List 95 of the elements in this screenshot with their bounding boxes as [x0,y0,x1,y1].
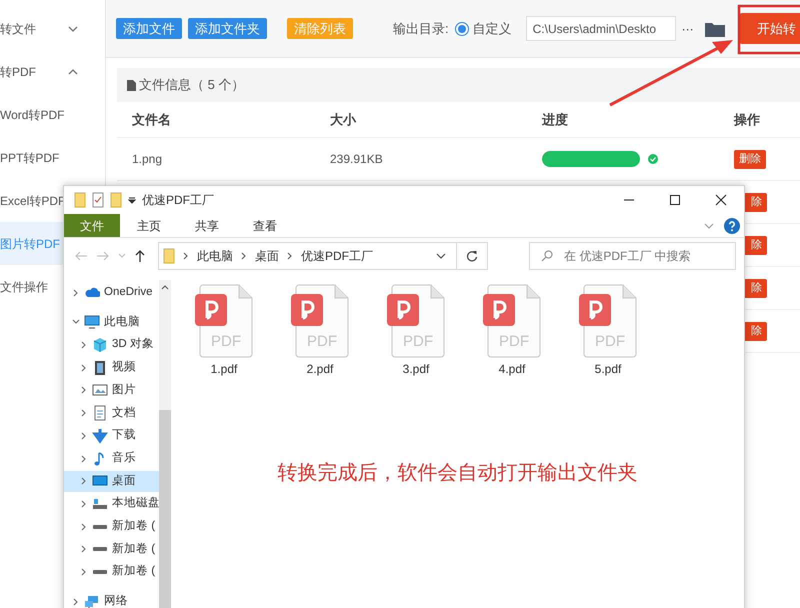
more-button[interactable]: ··· [682,20,694,38]
nav-item[interactable]: 此电脑 [64,312,159,333]
add-button[interactable]: 添加文件 [116,18,182,39]
refresh-icon[interactable] [466,250,478,262]
chevron-down-icon[interactable] [67,24,79,34]
nav-item[interactable]: 下载 [64,425,159,447]
nav-item[interactable]: 3D 对象 [64,334,159,356]
table-cell-text: 239.91KB [330,151,384,168]
chevron-up-icon[interactable] [67,66,79,76]
search-icon [541,250,553,262]
column-header: 进度 [542,110,569,129]
monitor-icon [84,314,100,330]
address-bar[interactable]: 此电脑 桌面 优速PDF工厂 [158,242,488,270]
close-icon[interactable] [715,194,727,206]
breadcrumb-item[interactable]: 优速PDF工厂 [301,247,373,265]
chevron-right-icon [80,386,88,394]
window-title: 优速PDF工厂 [142,192,214,209]
ribbon-tab[interactable]: 主页 [120,214,178,237]
chevron-right-icon [80,364,88,372]
folder-icon [163,248,175,264]
disk-drive-icon [92,546,108,552]
file-name[interactable]: 2.pdf [306,360,334,378]
chevron-right-icon [80,545,88,554]
file-name[interactable]: 1.pdf [210,360,238,378]
chevron-right-icon [80,454,88,463]
sidebar-group[interactable]: 转PDF [0,62,36,80]
radio-label: 自定义 [472,20,512,38]
nav-item[interactable]: 新加卷 ( [64,516,159,538]
file-name[interactable]: 4.pdf [498,360,526,378]
chevron-right-icon [80,432,88,440]
chevron-right-icon [72,288,80,297]
nav-item[interactable]: OneDrive [64,282,159,304]
column-header: 文件名 [131,110,172,129]
network-icon [84,594,100,608]
folder-icon [74,192,86,208]
cube-icon [92,337,108,354]
ribbon-tab[interactable]: 文件 [64,214,120,237]
help-icon[interactable] [724,218,740,234]
search-field[interactable]: 在 优速PDF工厂 中搜索 [529,242,736,270]
chevron-down-icon [72,318,80,326]
film-icon [92,360,108,376]
breadcrumb-item[interactable]: 此电脑 [197,247,233,265]
checklist-icon[interactable] [92,192,104,208]
chevron-right-icon [72,598,80,606]
file-name[interactable]: 3.pdf [402,360,430,378]
chevron-down-icon[interactable] [436,252,446,260]
file-icon [127,80,136,90]
chevron-right-icon [241,252,247,260]
ribbon-tab[interactable]: 共享 [178,214,236,237]
path-field[interactable]: C:\Users\admin\Deskto [526,16,676,41]
start-button[interactable]: 开始转 [739,13,800,44]
chevron-right-icon [287,252,293,260]
scroll-up-icon[interactable] [161,284,169,290]
chevron-right-icon [80,341,88,350]
highlight-frame [738,4,800,54]
radio-button[interactable] [454,22,469,36]
nav-item[interactable]: 文档 [64,402,159,424]
output-label: 输出目录: [393,20,449,38]
sidebar-group[interactable]: 文件操作 [0,278,48,296]
chevron-right-icon [80,409,88,418]
down-arrow-icon [92,428,108,444]
ribbon-tab[interactable]: 查看 [236,214,294,237]
nav-item[interactable]: 桌面 [64,470,159,492]
breadcrumb-item[interactable]: 桌面 [255,247,279,265]
up-arrow-icon[interactable] [134,249,146,263]
sidebar-item[interactable]: Word转PDF [0,93,105,136]
scrollbar[interactable] [159,280,171,608]
nav-item[interactable]: 图片 [64,380,159,402]
picture-icon [92,382,108,398]
add-button[interactable]: 添加文件夹 [188,18,267,39]
sidebar-item[interactable]: PPT转PDF [0,136,105,179]
nav-item[interactable]: 视频 [64,357,159,378]
dropdown-icon[interactable] [128,196,136,204]
nav-item[interactable]: 网络 [64,591,159,608]
file-name[interactable]: 5.pdf [594,360,622,378]
document-icon [92,405,108,422]
annotation-text: 转换完成后，软件会自动打开输出文件夹 [276,461,638,486]
disk-drive-icon [92,569,108,576]
column-header: 操作 [734,110,761,129]
maximize-icon[interactable] [669,194,681,206]
chevron-right-icon [80,500,88,508]
nav-item[interactable]: 新加卷 ( [64,561,159,583]
nav-item[interactable]: 新加卷 ( [64,538,159,560]
chevron-right-icon [80,568,88,576]
chevron-right-icon [183,252,189,260]
sidebar-group[interactable]: 转文件 [0,20,36,38]
disk-drive-icon [92,524,108,530]
chevron-right-icon [80,477,88,486]
column-header: 大小 [330,110,358,129]
panel-title: 文件信息（ 5 个） [139,76,244,94]
chevron-right-icon [80,522,88,531]
delete-button[interactable]: 删除 [734,150,766,169]
table-cell-text: 1.png [131,151,164,168]
nav-item[interactable]: 音乐 [64,448,159,470]
scrollbar-thumb[interactable] [159,410,171,608]
